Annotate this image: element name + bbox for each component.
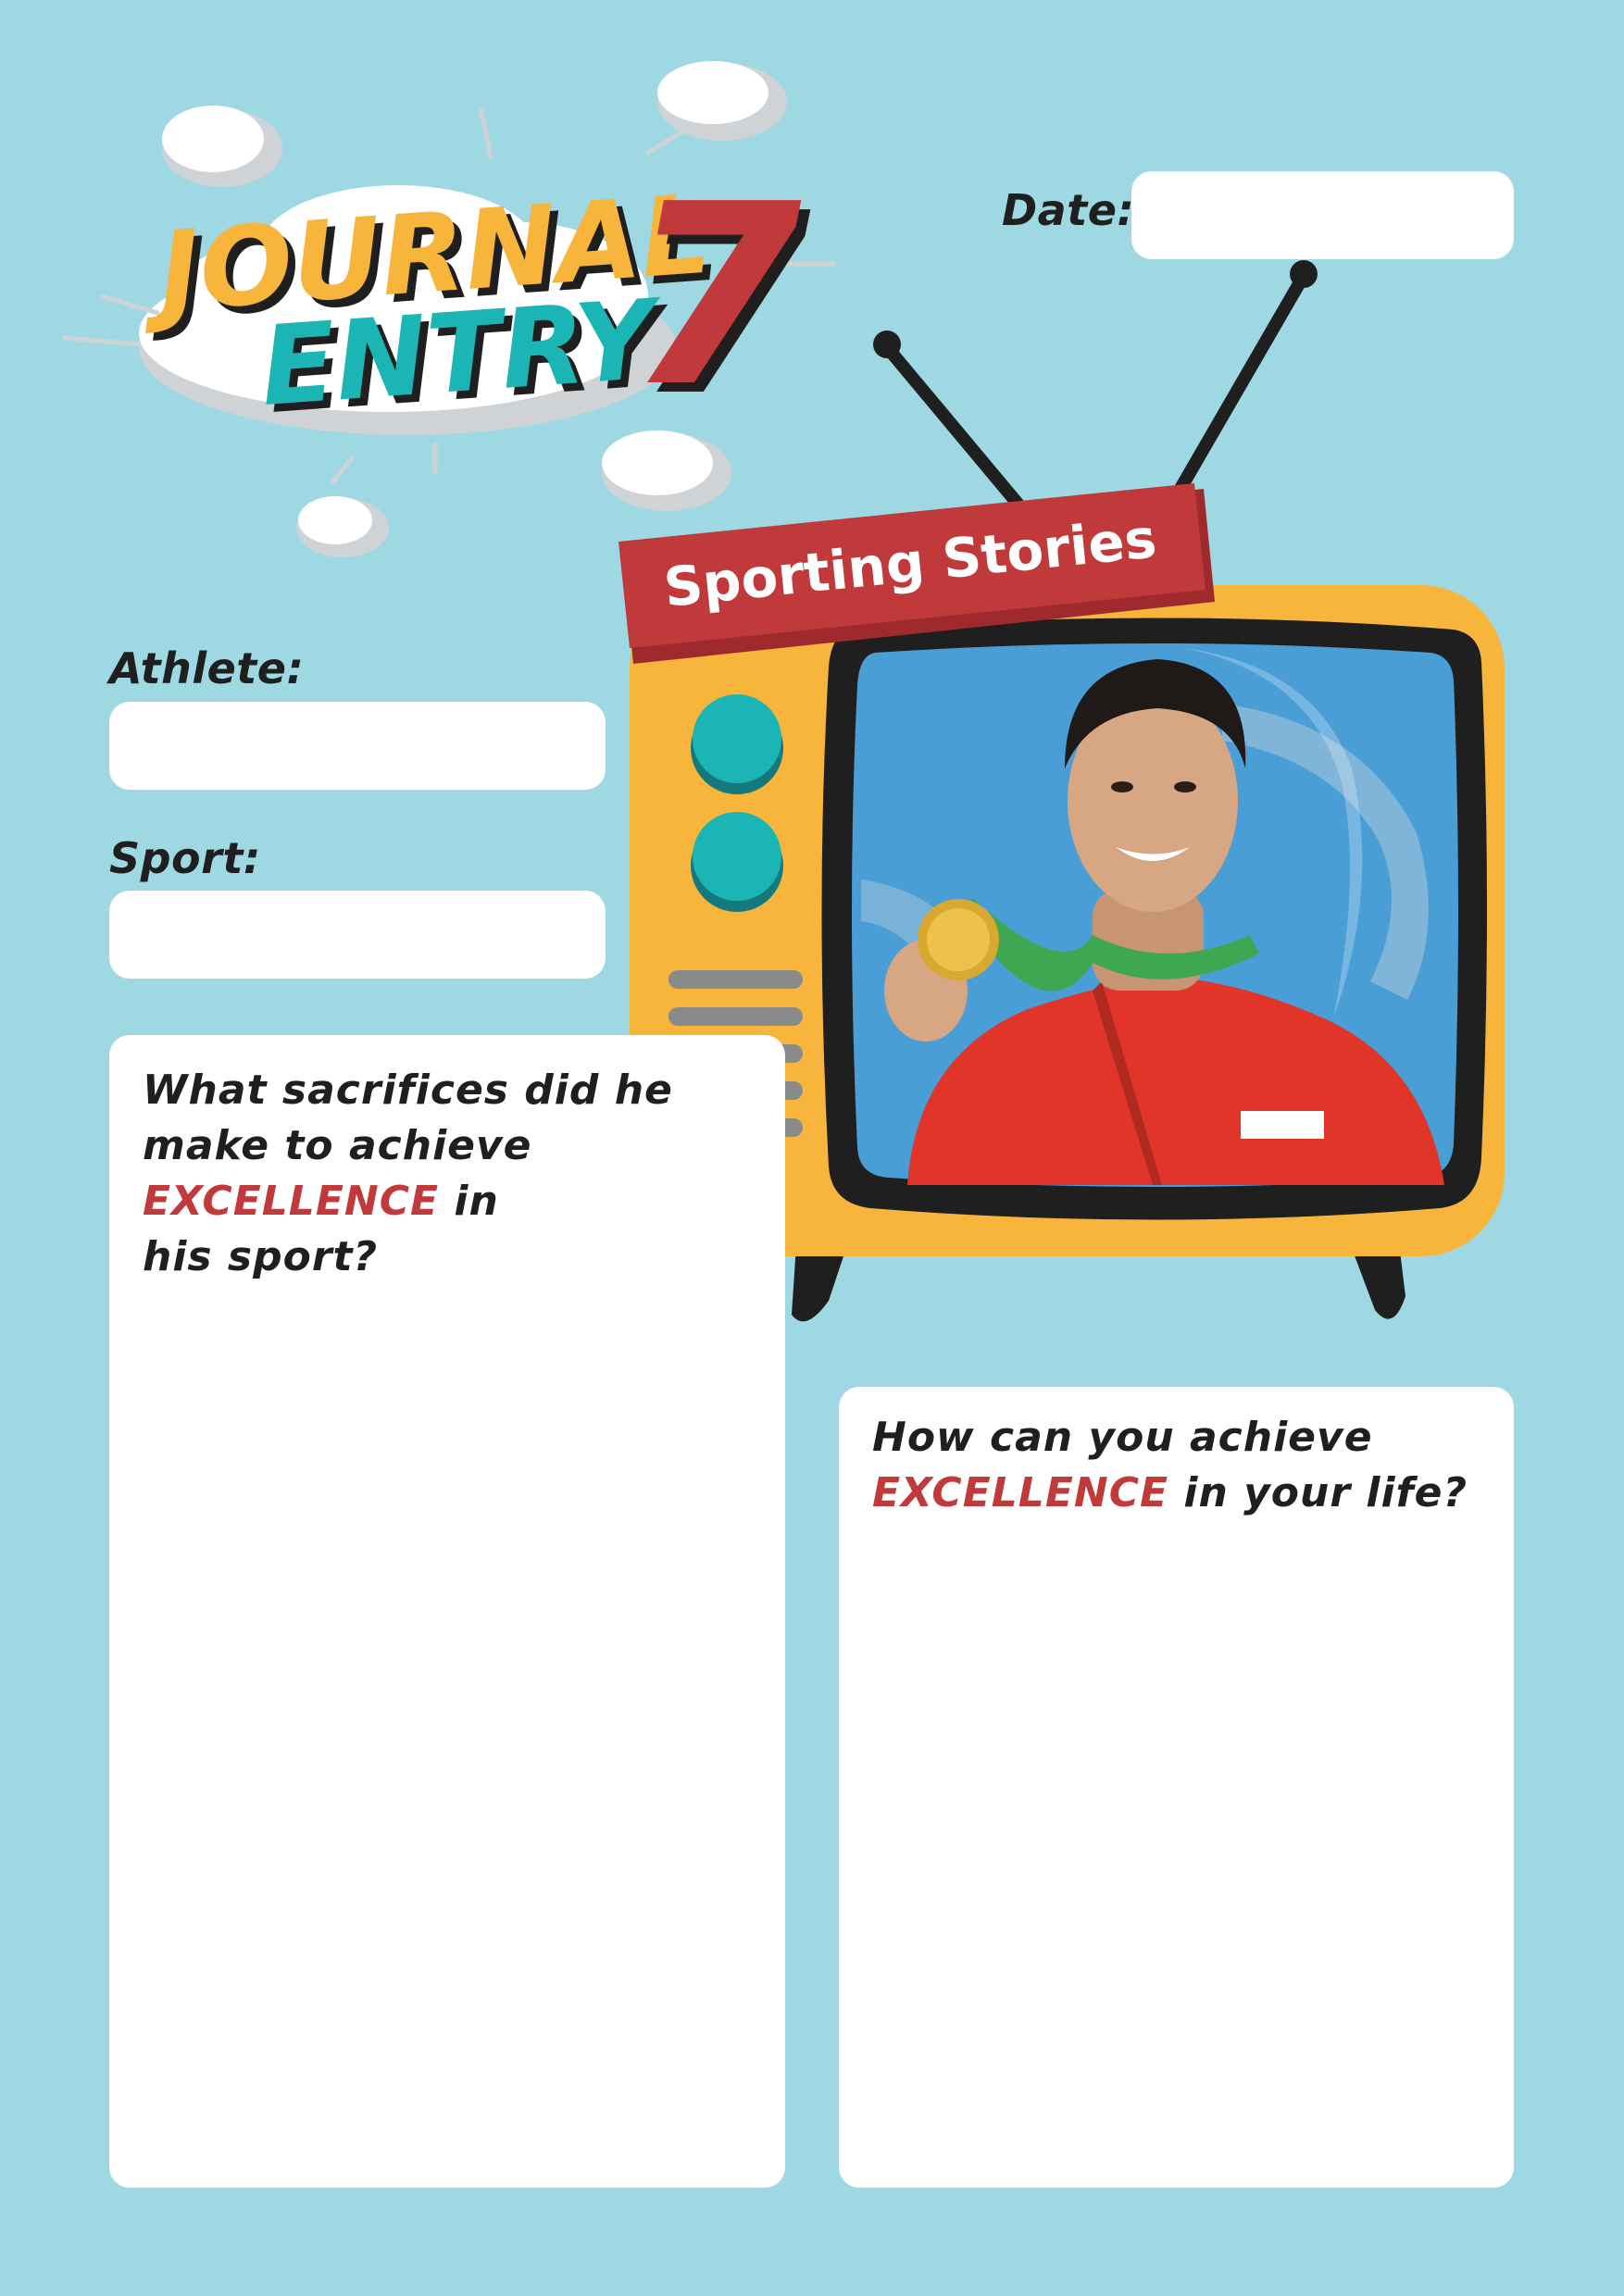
sacrifices-question-line: his sport?: [143, 1233, 379, 1280]
tv-antenna-icon: [873, 260, 1318, 511]
athlete-label: Athlete:: [109, 643, 305, 693]
logo-number-text: 7: [628, 150, 804, 442]
life-question-suffix: in your life?: [1168, 1469, 1468, 1516]
sacrifices-question-line: EXCELLENCE in: [143, 1174, 673, 1229]
athlete-field[interactable]: [109, 702, 606, 790]
date-field[interactable]: [1131, 171, 1514, 259]
sacrifices-question-line: make to achieve: [143, 1122, 532, 1169]
life-question-line: How can you achieve: [872, 1414, 1373, 1461]
life-excellence-question: How can you achieve EXCELLENCE in your l…: [872, 1410, 1468, 1521]
sport-label: Sport:: [109, 833, 261, 883]
athlete-photo: [852, 643, 1458, 1187]
sacrifices-question-suffix: in: [439, 1178, 499, 1225]
sacrifices-answer-box[interactable]: What sacrifices did he make to achieve E…: [109, 1035, 785, 2188]
sport-field[interactable]: [109, 891, 606, 979]
excellence-highlight: EXCELLENCE: [872, 1469, 1169, 1516]
life-excellence-answer-box[interactable]: How can you achieve EXCELLENCE in your l…: [839, 1387, 1514, 2188]
sacrifices-question-line: What sacrifices did he: [143, 1067, 673, 1114]
life-question-line: EXCELLENCE in your life?: [872, 1466, 1468, 1521]
excellence-highlight: EXCELLENCE: [143, 1178, 440, 1225]
date-label: Date:: [1002, 185, 1135, 235]
sacrifices-question: What sacrifices did he make to achieve E…: [143, 1063, 673, 1285]
